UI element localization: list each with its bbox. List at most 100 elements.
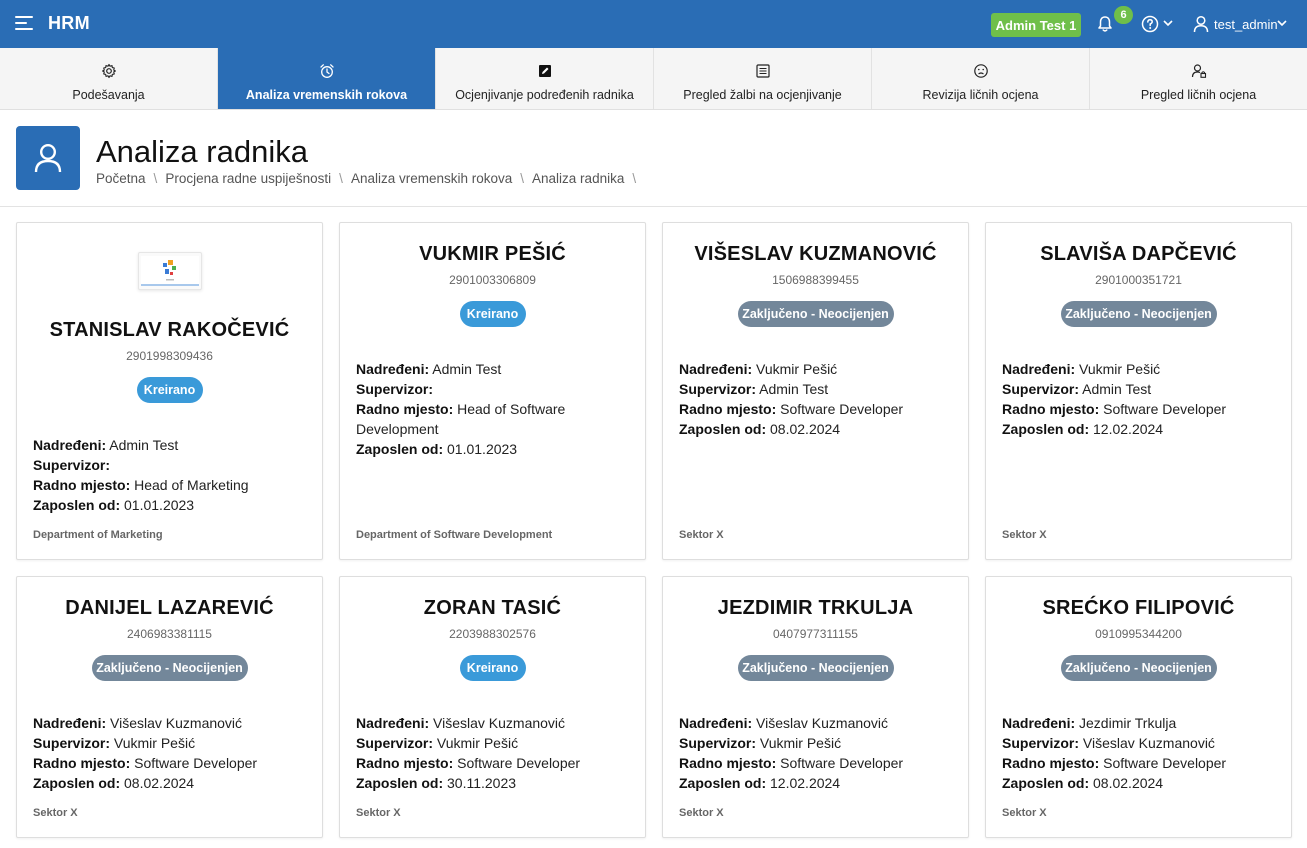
detail-value: Head of Marketing: [134, 477, 249, 493]
tab-pregled-zalbi[interactable]: Pregled žalbi na ocjenjivanje: [654, 48, 872, 109]
tab-bar: Podešavanja Analiza vremenskih rokova Oc…: [0, 48, 1307, 110]
detail-value: Software Developer: [780, 401, 904, 417]
detail-label: Nadređeni:: [356, 361, 430, 377]
employee-name: VIŠESLAV KUZMANOVIĆ: [694, 243, 937, 265]
breadcrumb-item-current: Analiza radnika: [532, 171, 625, 186]
tab-label: Podešavanja: [72, 88, 145, 102]
status-badge: Zaključeno - Neocijenjen: [737, 301, 894, 327]
detail-label: Zaposlen od:: [1002, 775, 1090, 791]
user-icon[interactable]: [1193, 15, 1209, 33]
detail-value: Jezdimir Trkulja: [1079, 715, 1177, 731]
menu-icon[interactable]: [15, 16, 33, 30]
tab-ocjenjivanje-podredjenih[interactable]: Ocjenjivanje podređenih radnika: [436, 48, 654, 109]
detail-label: Radno mjesto:: [679, 755, 777, 771]
employee-card[interactable]: VIŠESLAV KUZMANOVIĆ 1506988399455 Zaklju…: [662, 222, 969, 560]
tab-pregled-licnih-ocjena[interactable]: Pregled ličnih ocjena: [1090, 48, 1307, 109]
detail-row-supervizor: Supervizor: Višeslav Kuzmanović: [1002, 733, 1277, 753]
help-icon[interactable]: [1141, 15, 1159, 33]
detail-value: Software Developer: [780, 755, 904, 771]
detail-row-radno-mjesto: Radno mjesto: Software Developer: [679, 753, 954, 773]
employee-card[interactable]: DANIJEL LAZAREVIĆ 2406983381115 Zaključe…: [16, 576, 323, 838]
employee-department: Sektor X: [679, 807, 724, 819]
status-badge: Kreirano: [136, 377, 203, 403]
detail-label: Zaposlen od:: [679, 775, 767, 791]
detail-value: 01.01.2023: [447, 441, 518, 457]
top-bar: HRM Admin Test 1 6 test_admin: [0, 0, 1307, 48]
user-menu-name[interactable]: test_admin: [1214, 17, 1278, 32]
bell-icon[interactable]: [1096, 15, 1114, 33]
employee-details: Nadređeni: Višeslav Kuzmanović Supervizo…: [33, 713, 308, 793]
breadcrumb: Početna \ Procjena radne uspiješnosti \ …: [96, 171, 644, 186]
breadcrumb-separator: \: [153, 171, 158, 186]
detail-label: Radno mjesto:: [33, 755, 131, 771]
app-brand[interactable]: HRM: [48, 13, 90, 34]
chevron-down-icon[interactable]: [1277, 19, 1287, 27]
employee-card[interactable]: JEZDIMIR TRKULJA 0407977311155 Zaključen…: [662, 576, 969, 838]
detail-value: Software Developer: [134, 755, 258, 771]
employee-department: Sektor X: [679, 529, 724, 541]
breadcrumb-item[interactable]: Procjena radne uspiješnosti: [165, 171, 331, 186]
chevron-down-icon[interactable]: [1163, 19, 1173, 27]
employee-details: Nadređeni: Vukmir Pešić Supervizor: Admi…: [1002, 359, 1277, 439]
employee-department: Sektor X: [1002, 807, 1047, 819]
detail-row-radno-mjesto: Radno mjesto: Software Developer: [1002, 753, 1277, 773]
detail-row-supervizor: Supervizor: Vukmir Pešić: [33, 733, 308, 753]
detail-value: Admin Test: [759, 381, 829, 397]
employee-name: JEZDIMIR TRKULJA: [717, 597, 914, 619]
tab-podesavanja[interactable]: Podešavanja: [0, 48, 218, 109]
employee-name: SREĆKO FILIPOVIĆ: [1042, 597, 1235, 619]
detail-label: Nadređeni:: [356, 715, 430, 731]
breadcrumb-item[interactable]: Analiza vremenskih rokova: [351, 171, 512, 186]
detail-row-radno-mjesto: Radno mjesto: Head of Marketing: [33, 475, 308, 495]
detail-label: Zaposlen od:: [1002, 421, 1090, 437]
employee-card[interactable]: SLAVIŠA DAPČEVIĆ 2901000351721 Zaključen…: [985, 222, 1292, 560]
employee-id: 0910995344200: [1095, 627, 1182, 641]
user-icon: [34, 143, 62, 173]
detail-value: Višeslav Kuzmanović: [1082, 735, 1215, 751]
detail-row-zaposlen-od: Zaposlen od: 08.02.2024: [679, 419, 954, 439]
employee-id: 2901000351721: [1095, 273, 1182, 287]
employee-card[interactable]: ZORAN TASIĆ 2203988302576 Kreirano Nadre…: [339, 576, 646, 838]
detail-label: Supervizor:: [1002, 381, 1080, 397]
detail-value: Admin Test: [109, 437, 179, 453]
detail-row-zaposlen-od: Zaposlen od: 01.01.2023: [356, 439, 631, 459]
employee-card[interactable]: VUKMIR PEŠIĆ 2901003306809 Kreirano Nadr…: [339, 222, 646, 560]
breadcrumb-item[interactable]: Početna: [96, 171, 146, 186]
user-lock-icon: [1191, 64, 1206, 78]
detail-value: Višeslav Kuzmanović: [110, 715, 243, 731]
detail-label: Radno mjesto:: [1002, 401, 1100, 417]
tab-analiza-vremenskih-rokova[interactable]: Analiza vremenskih rokova: [218, 48, 436, 109]
employee-name: SLAVIŠA DAPČEVIĆ: [1040, 243, 1237, 265]
detail-label: Supervizor:: [679, 735, 757, 751]
employee-card[interactable]: STANISLAV RAKOČEVIĆ 2901998309436 Kreira…: [16, 222, 323, 560]
status-badge: Kreirano: [459, 655, 526, 681]
detail-label: Nadređeni:: [33, 437, 107, 453]
page-user-icon: [16, 126, 80, 190]
detail-label: Nadređeni:: [679, 715, 753, 731]
employee-department: Department of Marketing: [33, 529, 163, 541]
detail-row-radno-mjesto: Radno mjesto: Head of Software Developme…: [356, 399, 586, 439]
detail-value: 08.02.2024: [1093, 775, 1164, 791]
tab-label: Ocjenjivanje podređenih radnika: [455, 88, 634, 102]
employee-card[interactable]: SREĆKO FILIPOVIĆ 0910995344200 Zaključen…: [985, 576, 1292, 838]
detail-row-supervizor: Supervizor: Admin Test: [1002, 379, 1277, 399]
detail-label: Nadređeni:: [1002, 361, 1076, 377]
detail-row-nadredjeni: Nadređeni: Admin Test: [356, 359, 631, 379]
detail-value: 01.01.2023: [124, 497, 195, 513]
admin-badge[interactable]: Admin Test 1: [991, 13, 1081, 37]
detail-row-supervizor: Supervizor: Vukmir Pešić: [356, 733, 631, 753]
sad-face-icon: [973, 64, 988, 78]
employee-name: DANIJEL LAZAREVIĆ: [65, 597, 274, 619]
status-badge: Zaključeno - Neocijenjen: [91, 655, 248, 681]
employee-id: 0407977311155: [773, 627, 858, 641]
detail-label: Radno mjesto:: [1002, 755, 1100, 771]
divider: [0, 206, 1307, 207]
status-badge: Zaključeno - Neocijenjen: [1060, 655, 1217, 681]
tab-label: Analiza vremenskih rokova: [245, 88, 408, 102]
detail-row-nadredjeni: Nadređeni: Višeslav Kuzmanović: [356, 713, 631, 733]
page-title: Analiza radnika: [96, 134, 308, 169]
detail-row-nadredjeni: Nadređeni: Višeslav Kuzmanović: [33, 713, 308, 733]
detail-label: Supervizor:: [679, 381, 757, 397]
detail-row-supervizor: Supervizor:: [33, 455, 308, 475]
tab-revizija-licnih-ocjena[interactable]: Revizija ličnih ocjena: [872, 48, 1090, 109]
